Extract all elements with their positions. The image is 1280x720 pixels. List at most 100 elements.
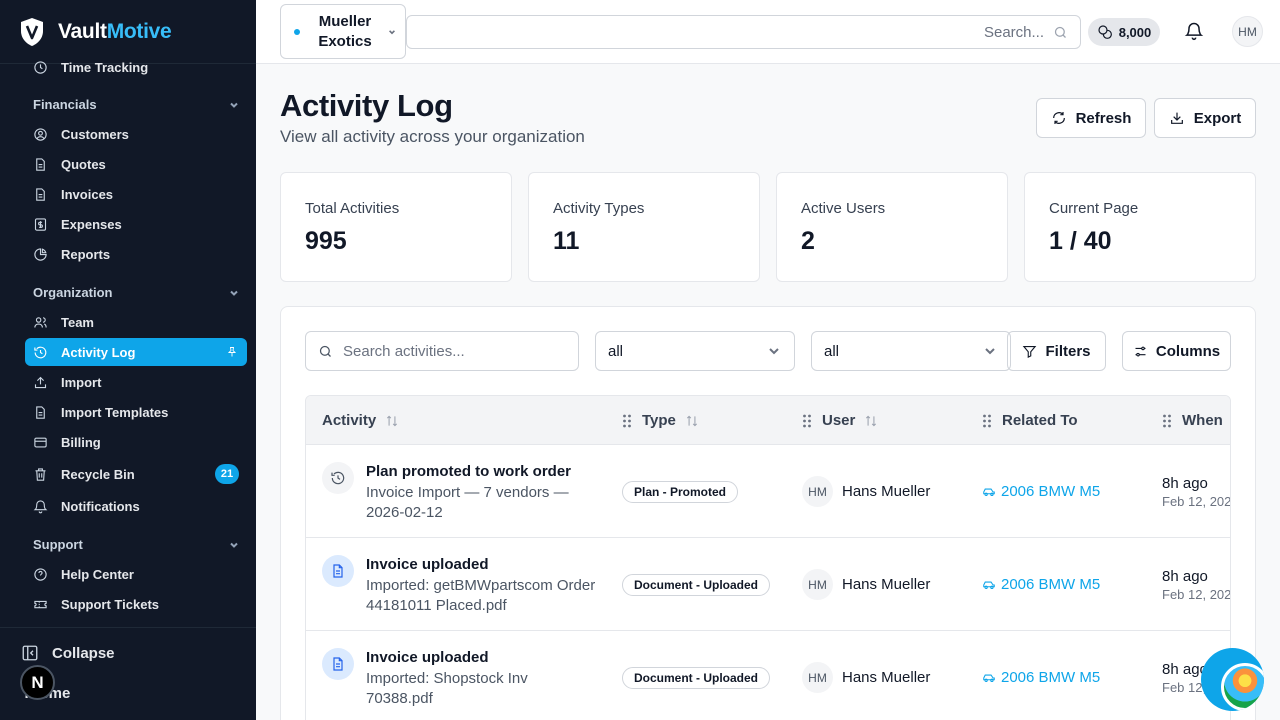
activity-search-input[interactable]: Search activities... [305,331,579,371]
dollar-icon [34,217,47,231]
avatar: HM [802,662,833,693]
activity-type-badge: Document - Uploaded [622,667,771,689]
related-link[interactable]: 2006 BMW M5 [982,576,1100,593]
sidebar-item-customers[interactable]: Customers [25,120,247,148]
global-search-input[interactable]: Search... [406,15,1081,49]
column-header-type[interactable]: Type [622,396,699,445]
panel-collapse-icon [22,645,38,661]
user-circle-icon [34,127,47,141]
table-row[interactable]: Plan promoted to work order Invoice Impo… [306,445,1230,538]
sort-icon[interactable] [864,414,878,428]
sidebar-item-import-templates[interactable]: Import Templates [25,398,247,426]
chevron-down-icon [230,290,238,296]
table-header: Activity Type User Related To When [306,396,1230,445]
drag-handle-icon[interactable] [1162,414,1172,428]
sidebar-nav: Time Tracking Financials Customers Quote… [0,52,256,627]
brand-name: VaultMotive [58,19,172,43]
n-badge[interactable]: N [20,665,55,700]
column-header-user[interactable]: User [802,396,878,445]
sort-icon[interactable] [685,414,699,428]
search-icon [1054,26,1066,38]
shield-logo-icon [21,17,43,46]
sidebar-item-reports[interactable]: Reports [25,240,247,268]
activity-title: Invoice uploaded [366,556,489,573]
activity-table: Activity Type User Related To When Plan … [305,395,1231,720]
upload-icon [34,376,47,388]
activity-panel: Search activities... all all Filters Col… [280,306,1256,720]
sidebar-item-invoices[interactable]: Invoices [25,180,247,208]
section-organization[interactable]: Organization [33,285,239,300]
chat-assistant-button[interactable] [1201,648,1264,711]
chevron-down-icon [230,542,238,548]
activity-title: Invoice uploaded [366,649,489,666]
car-icon [983,674,995,682]
activity-description: Invoice Import — 7 vendors — 2026-02-12 [366,484,569,521]
date: Feb 12, 2026 [1162,494,1231,509]
refresh-icon [1052,112,1065,124]
section-financials[interactable]: Financials [33,97,239,112]
main-content: Activity Log View all activity across yo… [256,64,1280,720]
sidebar-item-support-tickets[interactable]: Support Tickets [25,590,247,618]
chevron-down-icon [230,102,238,108]
sidebar-item-time-tracking[interactable]: Time Tracking [25,53,247,81]
activity-type-badge: Plan - Promoted [622,481,739,503]
sidebar-item-billing[interactable]: Billing [25,428,247,456]
column-header-activity[interactable]: Activity [322,396,399,445]
download-icon [1170,112,1183,124]
clock-icon [34,60,47,74]
sort-icon[interactable] [385,414,399,428]
activity-description: Imported: getBMWpartscom Order 44181011 … [366,577,596,614]
refresh-button[interactable]: Refresh [1036,98,1146,138]
columns-button[interactable]: Columns [1122,331,1231,371]
sidebar-item-notifications[interactable]: Notifications [25,492,247,520]
history-icon [322,462,354,494]
filter-icon [1023,345,1037,358]
sidebar-item-recycle-bin[interactable]: Recycle Bin 21 [25,460,247,488]
table-row[interactable]: Invoice uploaded Imported: Shopstock Inv… [306,631,1230,720]
stat-card-current-page: Current Page 1 / 40 [1024,172,1256,282]
org-switcher[interactable]: Mueller Exotics [280,4,406,59]
stat-card-active-users: Active Users 2 [776,172,1008,282]
car-icon [983,581,995,589]
search-icon [319,345,331,357]
filters-button[interactable]: Filters [1007,331,1106,371]
chevron-down-icon [769,348,779,355]
sidebar-item-import[interactable]: Import [25,368,247,396]
document-icon [322,555,354,587]
trash-icon [35,467,46,481]
export-button[interactable]: Export [1154,98,1256,138]
credits-badge[interactable]: 8,000 [1088,18,1160,46]
section-support[interactable]: Support [33,537,239,552]
bell-icon[interactable] [1184,21,1204,41]
sidebar-item-team[interactable]: Team [25,308,247,336]
page-subtitle: View all activity across your organizati… [280,127,585,146]
user-name: Hans Mueller [842,576,931,593]
date: Feb 12, 2026 [1162,587,1231,602]
related-link[interactable]: 2006 BMW M5 [982,669,1100,686]
user-name: Hans Mueller [842,483,931,500]
user-avatar[interactable]: HM [1232,16,1263,47]
column-header-related-to[interactable]: Related To [982,396,1078,445]
table-row[interactable]: Invoice uploaded Imported: getBMWpartsco… [306,538,1230,631]
topbar: Mueller Exotics Search... 8,000 HM [256,0,1280,64]
sidebar-item-help-center[interactable]: Help Center [25,560,247,588]
drag-handle-icon[interactable] [982,414,992,428]
user-select[interactable]: all [811,331,1011,371]
sidebar-item-quotes[interactable]: Quotes [25,150,247,178]
relative-time: 8h ago [1162,475,1208,492]
drag-handle-icon[interactable] [622,414,632,428]
recycle-bin-count-badge: 21 [215,464,239,484]
collapse-button[interactable]: Collapse [21,644,115,662]
pin-icon[interactable] [226,346,238,358]
sidebar-item-activity-log[interactable]: Activity Log [25,338,247,366]
stat-card-activity-types: Activity Types 11 [528,172,760,282]
drag-handle-icon[interactable] [802,414,812,428]
sliders-icon [1135,346,1146,356]
related-link[interactable]: 2006 BMW M5 [982,483,1100,500]
column-header-when[interactable]: When [1162,396,1223,445]
sidebar-item-expenses[interactable]: Expenses [25,210,247,238]
file-icon [36,405,45,419]
activity-type-select[interactable]: all [595,331,795,371]
file-icon [36,187,45,201]
org-status-dot [294,28,300,35]
